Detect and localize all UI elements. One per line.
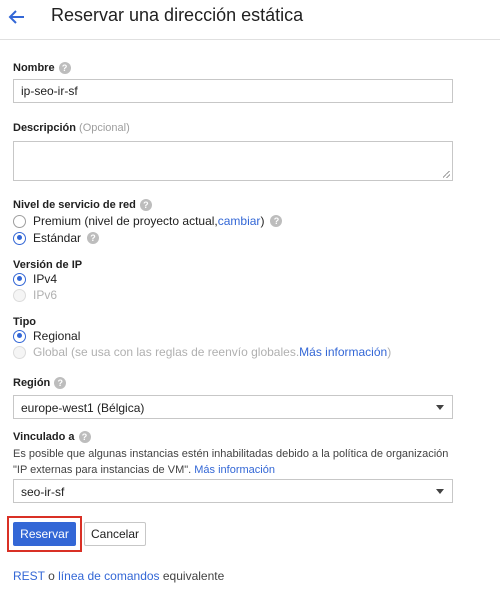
ip-version-label: Versión de IP	[13, 259, 83, 271]
attached-to-label-text: Vinculado a	[13, 431, 75, 443]
radio-ipv6: IPv6	[13, 288, 57, 302]
radio-button-checked[interactable]	[13, 231, 26, 245]
note-more-info-link[interactable]: Más información	[194, 464, 275, 476]
description-label-text: Descripción	[13, 122, 76, 134]
global-suffix: )	[387, 345, 392, 359]
region-label: Región?	[13, 377, 67, 390]
description-textarea[interactable]	[13, 141, 453, 181]
type-label: Tipo	[13, 316, 37, 328]
attached-to-select[interactable]: seo-ir-sf	[13, 479, 453, 503]
name-input[interactable]: ip-seo-ir-sf	[13, 79, 453, 103]
premium-label: Premium (nivel de proyecto actual,	[33, 214, 218, 228]
help-icon[interactable]: ?	[139, 199, 152, 212]
radio-button[interactable]	[13, 214, 26, 228]
radio-standard[interactable]: Estándar?	[13, 231, 100, 245]
radio-global: Global (se usa con las reglas de reenvío…	[13, 345, 391, 359]
radio-ipv4[interactable]: IPv4	[13, 272, 57, 286]
reserve-button[interactable]: Reservar	[13, 522, 76, 546]
help-icon[interactable]: ?	[78, 431, 91, 444]
description-label: Descripción (Opcional)	[13, 122, 130, 134]
chevron-down-icon	[436, 405, 444, 410]
radio-regional[interactable]: Regional	[13, 329, 80, 343]
global-more-info-link[interactable]: Más información	[299, 345, 387, 359]
footer-or: o	[44, 569, 59, 583]
change-link[interactable]: cambiar	[218, 214, 261, 228]
org-policy-note: Es posible que algunas instancias estén …	[13, 446, 483, 478]
global-label: Global (se usa con las reglas de reenvío…	[33, 345, 300, 359]
region-select[interactable]: europe-west1 (Bélgica)	[13, 395, 453, 419]
network-tier-label-text: Nivel de servicio de red	[13, 199, 136, 211]
network-tier-label: Nivel de servicio de red?	[13, 199, 152, 212]
ipv4-label: IPv4	[33, 272, 58, 286]
equivalent-footer: REST o línea de comandos equivalente	[13, 569, 224, 583]
regional-label: Regional	[33, 329, 81, 343]
premium-suffix: )	[260, 214, 265, 228]
ipv6-label: IPv6	[33, 288, 58, 302]
help-icon[interactable]: ?	[270, 215, 283, 227]
region-label-text: Región	[13, 377, 51, 389]
help-icon[interactable]: ?	[54, 377, 67, 390]
region-value: europe-west1 (Bélgica)	[21, 401, 145, 415]
attached-to-value: seo-ir-sf	[21, 485, 65, 499]
radio-button-checked[interactable]	[13, 329, 26, 343]
name-label-text: Nombre	[13, 62, 55, 74]
arrow-left-icon[interactable]	[6, 6, 28, 28]
name-label: Nombre?	[13, 62, 71, 75]
optional-hint: (Opcional)	[79, 122, 130, 134]
cancel-button[interactable]: Cancelar	[84, 522, 146, 546]
chevron-down-icon	[436, 489, 444, 494]
note-line-1: Es posible que algunas instancias estén …	[13, 448, 449, 460]
help-icon[interactable]: ?	[87, 232, 100, 244]
rest-link[interactable]: REST	[13, 569, 45, 583]
page-title: Reservar una dirección estática	[51, 5, 304, 25]
radio-button-disabled	[13, 288, 26, 302]
resize-grip-icon[interactable]	[443, 171, 450, 178]
radio-button-disabled	[13, 345, 26, 359]
attached-to-label: Vinculado a?	[13, 431, 91, 444]
note-line-2: "IP externas para instancias de VM".	[13, 464, 195, 476]
footer-suffix: equivalente	[159, 569, 225, 583]
standard-label: Estándar	[33, 231, 82, 245]
radio-button-checked[interactable]	[13, 272, 26, 286]
command-line-link[interactable]: línea de comandos	[58, 569, 159, 583]
header: Reservar una dirección estática	[0, 0, 500, 40]
radio-premium[interactable]: Premium (nivel de proyecto actual, cambi…	[13, 214, 283, 228]
help-icon[interactable]: ?	[58, 62, 71, 75]
